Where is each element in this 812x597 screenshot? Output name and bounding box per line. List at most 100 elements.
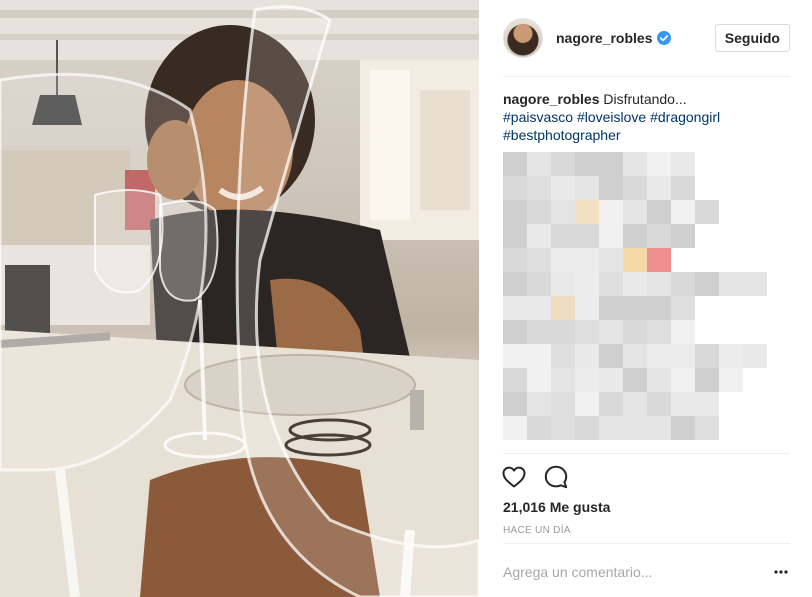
redacted-pixel [551, 248, 575, 272]
redacted-pixel [575, 416, 599, 440]
redacted-pixel [527, 344, 551, 368]
redacted-pixel [623, 320, 647, 344]
redacted-pixel [551, 176, 575, 200]
redacted-pixel [623, 296, 647, 320]
redacted-pixel [695, 368, 719, 392]
redacted-pixel [551, 272, 575, 296]
redacted-pixel [695, 416, 719, 440]
redacted-pixel [527, 176, 551, 200]
redacted-pixel [719, 272, 743, 296]
redacted-pixel [623, 416, 647, 440]
hashtag-link[interactable]: #dragongirl [650, 109, 720, 125]
redacted-pixel [647, 224, 671, 248]
redacted-pixel [695, 392, 719, 416]
post-photo[interactable] [0, 0, 479, 597]
redacted-pixel [503, 248, 527, 272]
redacted-pixel [647, 392, 671, 416]
photo-illustration [0, 0, 479, 597]
post-actions [501, 463, 569, 491]
following-button[interactable]: Seguido [714, 24, 790, 52]
redacted-pixel [599, 320, 623, 344]
redacted-pixel [551, 152, 575, 176]
redacted-pixel [551, 200, 575, 224]
redacted-pixel [575, 296, 599, 320]
redacted-pixel [647, 176, 671, 200]
redacted-pixel [599, 368, 623, 392]
likes-count[interactable]: 21,016 Me gusta [503, 499, 610, 515]
redacted-pixel [527, 368, 551, 392]
redacted-pixel [527, 272, 551, 296]
redacted-pixel [623, 200, 647, 224]
redacted-pixel [575, 344, 599, 368]
redacted-pixel [527, 416, 551, 440]
verified-badge-icon [657, 31, 672, 45]
redacted-pixel [647, 248, 671, 272]
redacted-pixel [671, 272, 695, 296]
redacted-pixel [575, 368, 599, 392]
heart-icon[interactable] [501, 464, 527, 490]
redacted-pixel [623, 152, 647, 176]
hashtag-link[interactable]: #paisvasco [503, 109, 573, 125]
comment-input[interactable] [503, 564, 772, 580]
redacted-pixel [503, 296, 527, 320]
caption-username[interactable]: nagore_robles [503, 91, 599, 107]
redacted-pixel [575, 152, 599, 176]
redacted-pixel [503, 152, 527, 176]
redacted-pixel [695, 200, 719, 224]
redacted-pixel [671, 224, 695, 248]
redacted-pixel [551, 224, 575, 248]
redacted-pixel [647, 320, 671, 344]
redacted-pixel [671, 152, 695, 176]
redacted-pixel [551, 368, 575, 392]
redacted-pixel [599, 416, 623, 440]
redacted-pixel [551, 320, 575, 344]
redacted-pixel [671, 320, 695, 344]
redacted-pixel [503, 224, 527, 248]
redacted-pixel [527, 296, 551, 320]
redacted-pixel [503, 416, 527, 440]
redacted-pixel [695, 344, 719, 368]
post-caption: nagore_robles Disfrutando... #paisvasco … [503, 90, 793, 144]
redacted-pixel [575, 392, 599, 416]
hashtag-link[interactable]: #loveislove [577, 109, 646, 125]
redacted-pixel [503, 176, 527, 200]
redacted-pixel [647, 344, 671, 368]
redacted-pixel [599, 296, 623, 320]
redacted-pixel [575, 320, 599, 344]
redacted-pixel [551, 344, 575, 368]
redacted-pixel [623, 368, 647, 392]
redacted-pixel [599, 152, 623, 176]
redacted-pixel [743, 344, 767, 368]
hashtag-link[interactable]: #bestphotographer [503, 127, 621, 143]
redacted-pixel [695, 272, 719, 296]
post-details-panel: nagore_robles Seguido nagore_robles Disf… [479, 0, 812, 597]
redacted-pixel [671, 416, 695, 440]
more-options-icon[interactable] [772, 563, 790, 581]
redacted-pixel [503, 320, 527, 344]
redacted-pixel [647, 152, 671, 176]
caption-text: Disfrutando... [603, 91, 687, 107]
redacted-pixel [623, 392, 647, 416]
redacted-pixel [575, 248, 599, 272]
redacted-pixel [599, 200, 623, 224]
redacted-pixel [671, 344, 695, 368]
comment-icon[interactable] [543, 464, 569, 490]
redacted-pixel [503, 392, 527, 416]
redacted-pixel [719, 344, 743, 368]
redacted-pixel [503, 272, 527, 296]
redacted-pixel [647, 368, 671, 392]
redacted-pixel [671, 176, 695, 200]
redacted-comments [503, 152, 786, 452]
post-header: nagore_robles Seguido [503, 16, 790, 60]
comment-divider [503, 543, 790, 544]
redacted-pixel [503, 344, 527, 368]
avatar[interactable] [503, 18, 543, 58]
redacted-pixel [503, 200, 527, 224]
redacted-pixel [671, 296, 695, 320]
redacted-pixel [551, 392, 575, 416]
redacted-pixel [503, 368, 527, 392]
author-username[interactable]: nagore_robles [556, 30, 652, 46]
redacted-pixel [623, 272, 647, 296]
redacted-pixel [527, 320, 551, 344]
post-timestamp[interactable]: HACE UN DÍA [503, 525, 571, 536]
